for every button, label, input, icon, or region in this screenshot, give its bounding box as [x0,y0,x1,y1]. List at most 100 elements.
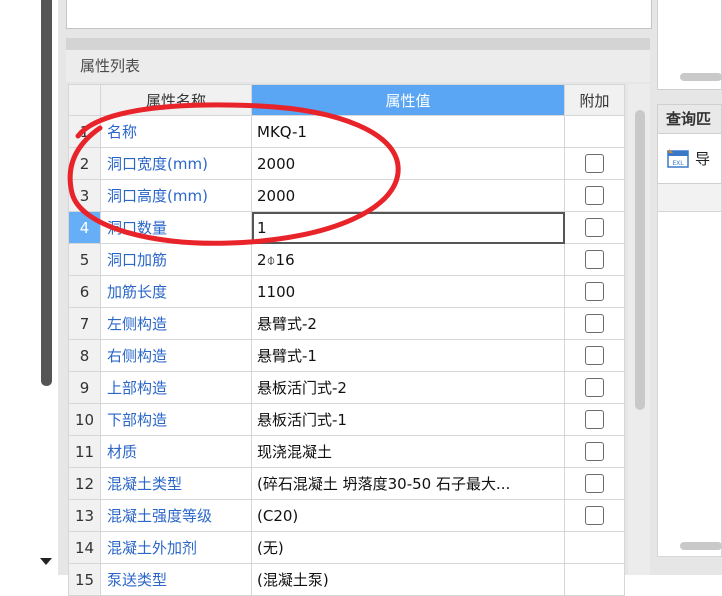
scroll-down-arrow-icon[interactable] [40,558,52,565]
left-scrollbar-thumb[interactable] [41,0,52,386]
extra-cell [564,403,625,436]
extra-checkbox[interactable] [585,474,604,493]
extra-cell [564,115,625,148]
property-value[interactable]: 悬板活门式-2 [251,371,565,404]
extra-cell [564,499,625,532]
extra-checkbox[interactable] [585,282,604,301]
row-index[interactable]: 15 [68,563,101,596]
table-row[interactable]: 9 上部构造 悬板活门式-2 [68,371,625,404]
extra-cell [564,147,625,180]
property-name: 加筋长度 [100,275,252,308]
property-name: 泵送类型 [100,563,252,596]
property-value[interactable]: MKQ-1 [251,115,565,148]
table-row[interactable]: 2 洞口宽度(mm) 2000 [68,147,625,180]
right-upper-scrollbar[interactable] [680,73,722,81]
table-row[interactable]: 14 混凝土外加剂 (无) [68,531,625,564]
table-scrollbar-thumb[interactable] [635,110,645,410]
extra-checkbox[interactable] [585,442,604,461]
extra-checkbox[interactable] [585,186,604,205]
right-panel-title[interactable]: 查询匹 [657,104,722,134]
extra-cell [564,243,625,276]
property-value[interactable]: 1 [251,211,565,244]
right-bottom-scrollbar[interactable] [680,542,722,550]
property-name: 右侧构造 [100,339,252,372]
table-row[interactable]: 7 左侧构造 悬臂式-2 [68,307,625,340]
row-index[interactable]: 10 [68,403,101,436]
table-row[interactable]: 5 洞口加筋 2⌽16 [68,243,625,276]
property-name: 洞口加筋 [100,243,252,276]
property-value[interactable]: 2000 [251,147,565,180]
property-name: 混凝土外加剂 [100,531,252,564]
right-list-header [657,184,722,212]
row-index[interactable]: 4 [68,211,101,244]
row-index[interactable]: 11 [68,435,101,468]
row-index[interactable]: 12 [68,467,101,500]
property-value[interactable]: 悬臂式-2 [251,307,565,340]
property-value[interactable]: 2⌽16 [251,243,565,276]
column-header-value[interactable]: 属性值 [251,84,565,116]
column-header-name[interactable]: 属性名称 [100,84,252,116]
property-name: 洞口高度(mm) [100,179,252,212]
row-index[interactable]: 13 [68,499,101,532]
panel-title: 属性列表 [66,50,650,82]
property-value[interactable]: (C20) [251,499,565,532]
property-value[interactable]: (混凝土泵) [251,563,565,596]
row-index[interactable]: 6 [68,275,101,308]
table-row[interactable]: 8 右侧构造 悬臂式-1 [68,339,625,372]
extra-cell [564,275,625,308]
property-name: 名称 [100,115,252,148]
property-value[interactable]: 现浇混凝土 [251,435,565,468]
property-value[interactable]: 1100 [251,275,565,308]
panel-separator [66,38,650,50]
right-list-body [657,212,722,557]
table-row[interactable]: 10 下部构造 悬板活门式-1 [68,403,625,436]
row-index[interactable]: 8 [68,339,101,372]
property-value[interactable]: (碎石混凝土 坍落度30-50 石子最大... [251,467,565,500]
row-index[interactable]: 3 [68,179,101,212]
property-value[interactable]: 悬板活门式-1 [251,403,565,436]
table-row[interactable]: 4 洞口数量 1 [68,211,625,244]
table-row[interactable]: 12 混凝土类型 (碎石混凝土 坍落度30-50 石子最大... [68,467,625,500]
extra-checkbox[interactable] [585,154,604,173]
column-header-index [68,84,101,116]
table-row[interactable]: 3 洞口高度(mm) 2000 [68,179,625,212]
row-index[interactable]: 9 [68,371,101,404]
property-value[interactable]: (无) [251,531,565,564]
table-row[interactable]: 13 混凝土强度等级 (C20) [68,499,625,532]
row-index[interactable]: 2 [68,147,101,180]
extra-checkbox[interactable] [585,378,604,397]
property-name: 混凝土类型 [100,467,252,500]
extra-checkbox[interactable] [585,410,604,429]
property-name: 洞口数量 [100,211,252,244]
property-value[interactable]: 2000 [251,179,565,212]
extra-cell [564,563,625,596]
extra-cell [564,467,625,500]
property-name: 材质 [100,435,252,468]
extra-cell [564,307,625,340]
extra-checkbox[interactable] [585,506,604,525]
extra-checkbox[interactable] [585,314,604,333]
extra-cell [564,435,625,468]
property-table: 属性名称 属性值 附加 1 名称 MKQ-1 2 洞口宽度(mm) 2000 3 洞口高度(m… [68,84,625,596]
table-row[interactable]: 11 材质 现浇混凝土 [68,435,625,468]
extra-checkbox[interactable] [585,250,604,269]
excel-import-icon[interactable]: EXL [667,149,689,169]
row-index[interactable]: 5 [68,243,101,276]
table-row[interactable]: 6 加筋长度 1100 [68,275,625,308]
extra-checkbox[interactable] [585,346,604,365]
extra-cell [564,371,625,404]
row-index[interactable]: 14 [68,531,101,564]
import-button-label[interactable]: 导 [695,148,710,169]
row-index[interactable]: 1 [68,115,101,148]
extra-cell [564,211,625,244]
extra-checkbox[interactable] [585,218,604,237]
row-index[interactable]: 7 [68,307,101,340]
column-header-extra[interactable]: 附加 [564,84,625,116]
property-name: 左侧构造 [100,307,252,340]
extra-cell [564,531,625,564]
property-value[interactable]: 悬臂式-1 [251,339,565,372]
table-row[interactable]: 15 泵送类型 (混凝土泵) [68,563,625,596]
extra-cell [564,179,625,212]
table-header-row: 属性名称 属性值 附加 [68,84,625,116]
table-row[interactable]: 1 名称 MKQ-1 [68,115,625,148]
